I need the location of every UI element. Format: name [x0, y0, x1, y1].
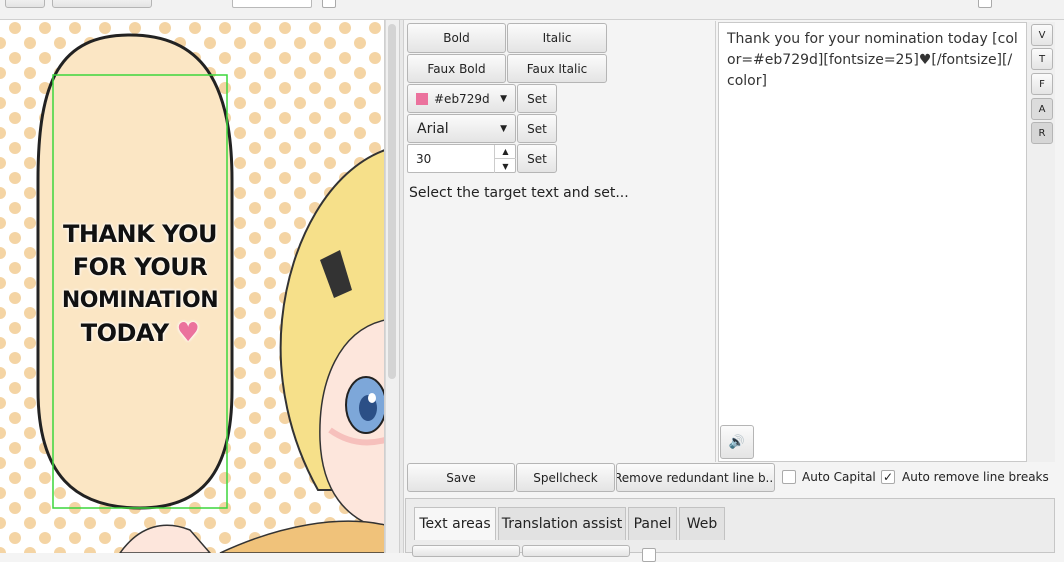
- auto-remove-checkbox[interactable]: ✓: [881, 470, 895, 484]
- pane-button-2[interactable]: [522, 545, 630, 557]
- tab-text-areas[interactable]: Text areas: [414, 507, 496, 540]
- font-set-button[interactable]: Set: [517, 114, 557, 143]
- translation-text-editor[interactable]: Thank you for your nomination today [col…: [718, 22, 1027, 462]
- top-toolbar: [0, 0, 1064, 20]
- faux-bold-button[interactable]: Faux Bold: [407, 54, 506, 83]
- toolbar-spinner[interactable]: [232, 0, 312, 8]
- color-set-button[interactable]: Set: [517, 84, 557, 113]
- side-button-r[interactable]: R: [1031, 122, 1053, 144]
- heart-icon: ♥: [176, 318, 200, 348]
- bubble-text: THANK YOU FOR YOUR NOMINATION TODAY ♥: [53, 218, 227, 350]
- toolbar-checkbox[interactable]: [322, 0, 336, 8]
- bubble-line-1: THANK YOU: [63, 220, 217, 248]
- bubble-line-4-text: TODAY: [80, 319, 169, 347]
- pane-button-1[interactable]: [412, 545, 520, 557]
- remove-line-breaks-button[interactable]: Remove redundant line b...: [616, 463, 775, 492]
- faux-italic-button[interactable]: Faux Italic: [507, 54, 607, 83]
- auto-remove-label: Auto remove line breaks: [902, 470, 1049, 484]
- tab-panel[interactable]: Panel: [628, 507, 677, 540]
- toolbar-checkbox-right[interactable]: [978, 0, 992, 8]
- color-picker[interactable]: #eb729d ▼: [407, 84, 516, 113]
- spinner-down-icon[interactable]: ▼: [494, 159, 516, 173]
- spinner-up-icon[interactable]: ▲: [494, 145, 516, 159]
- bubble-line-4: TODAY ♥: [53, 317, 227, 350]
- auto-capital-label: Auto Capital: [802, 470, 876, 484]
- tab-translation-assist[interactable]: Translation assist: [498, 507, 626, 540]
- image-canvas[interactable]: THANK YOU FOR YOUR NOMINATION TODAY ♥: [0, 20, 385, 553]
- auto-capital-checkbox[interactable]: [782, 470, 796, 484]
- bottom-tab-pane: Text areas Translation assist Panel Web: [405, 498, 1055, 562]
- font-size-spinner[interactable]: 30 ▲ ▼: [407, 144, 516, 173]
- canvas-scroll-thumb[interactable]: [388, 24, 396, 379]
- toolbar-button-1[interactable]: [5, 0, 45, 8]
- side-button-a[interactable]: A: [1031, 98, 1053, 120]
- toolbar-button-2[interactable]: [52, 0, 152, 8]
- font-size-value: 30: [416, 152, 432, 166]
- chevron-down-icon: ▼: [500, 123, 507, 134]
- save-button[interactable]: Save: [407, 463, 515, 492]
- italic-button[interactable]: Italic: [507, 23, 607, 53]
- font-value: Arial: [417, 120, 449, 137]
- speaker-icon[interactable]: 🔊: [720, 425, 754, 459]
- chevron-down-icon: ▼: [500, 93, 507, 104]
- tab-web[interactable]: Web: [679, 507, 725, 540]
- style-hint: Select the target text and set...: [409, 185, 629, 201]
- color-swatch: [416, 92, 428, 105]
- check-icon: ✓: [882, 470, 894, 484]
- spellcheck-button[interactable]: Spellcheck: [516, 463, 615, 492]
- side-button-t[interactable]: T: [1031, 48, 1053, 70]
- bubble-line-2: FOR YOUR: [72, 253, 208, 281]
- side-button-f[interactable]: F: [1031, 73, 1053, 95]
- color-value: #eb729d: [434, 91, 490, 106]
- side-button-v[interactable]: V: [1031, 24, 1053, 46]
- bubble-line-3: NOMINATION: [61, 288, 219, 313]
- pane-checkbox[interactable]: [642, 548, 656, 562]
- size-set-button[interactable]: Set: [517, 144, 557, 173]
- font-select[interactable]: Arial ▼: [407, 114, 516, 143]
- editor-content[interactable]: Thank you for your nomination today [col…: [727, 29, 1019, 92]
- split-divider[interactable]: [399, 20, 404, 553]
- bold-button[interactable]: Bold: [407, 23, 506, 53]
